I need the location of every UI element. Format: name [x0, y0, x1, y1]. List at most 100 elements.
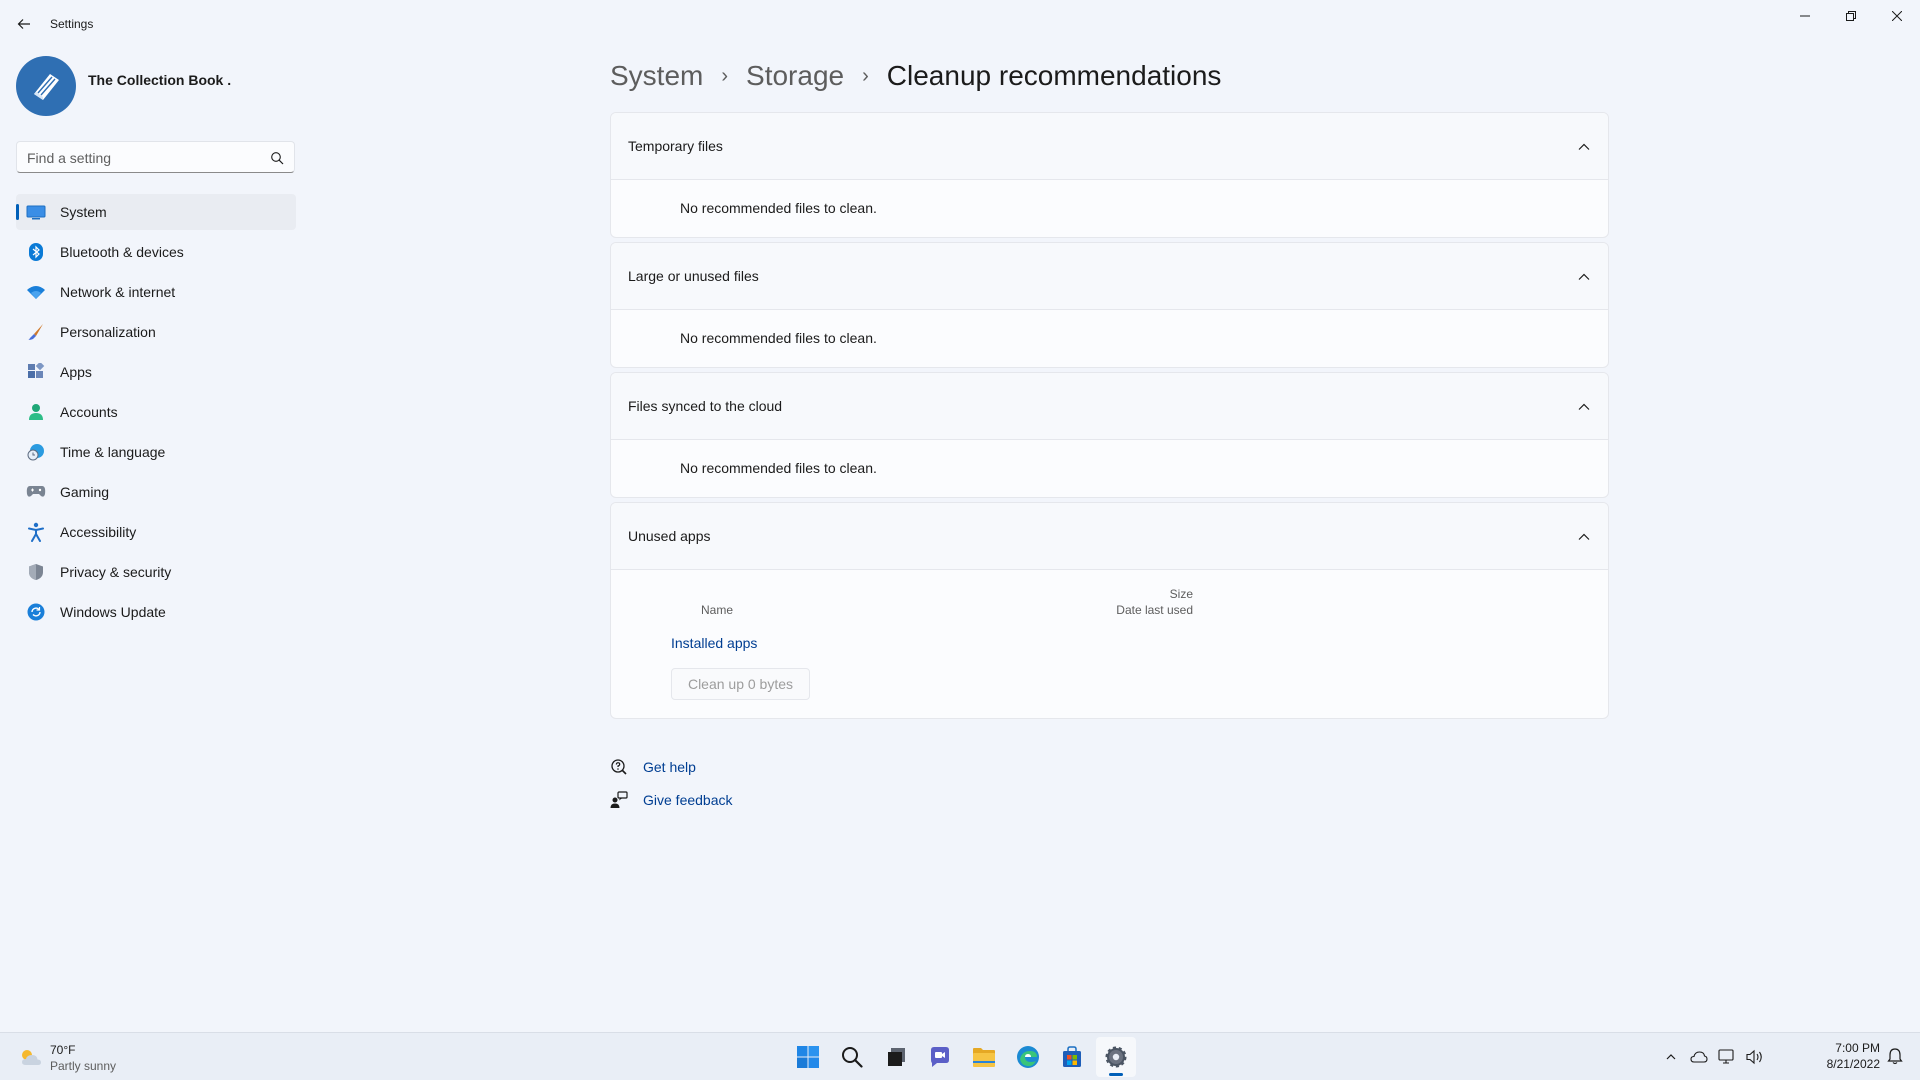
settings-taskbar-button[interactable]	[1096, 1037, 1136, 1077]
empty-message: No recommended files to clean.	[680, 330, 877, 346]
back-button[interactable]	[12, 12, 36, 36]
volume-icon[interactable]	[1744, 1046, 1766, 1068]
temporary-files-header[interactable]: Temporary files	[611, 113, 1608, 180]
breadcrumb-system[interactable]: System	[610, 60, 703, 92]
taskbar-apps	[788, 1037, 1140, 1077]
sidebar-item-label: Gaming	[60, 484, 110, 500]
cloud-files-section: Files synced to the cloud No recommended…	[610, 372, 1609, 498]
weather-widget[interactable]: 70°F Partly sunny	[18, 1040, 138, 1074]
sidebar-item-personalization[interactable]: Personalization	[16, 314, 296, 350]
chevron-right-icon: ›	[721, 64, 729, 87]
help-chat-icon	[610, 758, 628, 776]
sidebar-item-windows-update[interactable]: Windows Update	[16, 594, 296, 630]
large-unused-files-header[interactable]: Large or unused files	[611, 243, 1608, 310]
system-icon	[26, 202, 46, 222]
task-view-icon	[888, 1048, 905, 1066]
sidebar-item-label: Accessibility	[60, 524, 137, 540]
chevron-right-icon: ›	[862, 64, 869, 87]
give-feedback-label[interactable]: Give feedback	[643, 792, 733, 808]
sidebar-item-privacy-security[interactable]: Privacy & security	[16, 554, 296, 590]
file-explorer-button[interactable]	[964, 1037, 1004, 1077]
update-icon	[26, 602, 46, 622]
sidebar-item-accounts[interactable]: Accounts	[16, 394, 296, 430]
search-icon	[842, 1047, 863, 1068]
sidebar-item-label: System	[60, 204, 107, 220]
unused-apps-section: Unused apps Size Name Date last used Ins…	[610, 502, 1609, 719]
chevron-up-icon	[1578, 143, 1590, 150]
restore-button[interactable]	[1828, 0, 1874, 32]
temporary-files-body: No recommended files to clean.	[611, 180, 1608, 237]
shield-icon	[26, 562, 46, 582]
sidebar-item-label: Apps	[60, 364, 92, 380]
installed-apps-link[interactable]: Installed apps	[671, 635, 757, 651]
sidebar-item-label: Personalization	[60, 324, 156, 340]
chevron-up-icon	[1578, 533, 1590, 540]
edge-button[interactable]	[1008, 1037, 1048, 1077]
sidebar-item-label: Bluetooth & devices	[60, 244, 184, 260]
sidebar-item-bluetooth[interactable]: Bluetooth & devices	[16, 234, 296, 270]
breadcrumb: System › Storage › Cleanup recommendatio…	[610, 54, 1221, 98]
chevron-up-icon	[1578, 273, 1590, 280]
network-icon[interactable]	[1716, 1046, 1738, 1068]
get-help-link[interactable]: Get help	[610, 750, 733, 783]
page-title: Cleanup recommendations	[886, 60, 1222, 91]
section-title: Large or unused files	[628, 268, 759, 284]
task-view-button[interactable]	[876, 1037, 916, 1077]
bluetooth-icon	[26, 242, 46, 262]
get-help-label[interactable]: Get help	[643, 759, 696, 775]
sidebar-item-system[interactable]: System	[16, 194, 296, 230]
apps-icon	[26, 362, 46, 382]
give-feedback-link[interactable]: Give feedback	[610, 783, 733, 816]
sidebar-item-apps[interactable]: Apps	[16, 354, 296, 390]
search-box[interactable]	[16, 141, 295, 173]
cloud-files-header[interactable]: Files synced to the cloud	[611, 373, 1608, 440]
clock-time: 7:00 PM	[1835, 1041, 1880, 1055]
column-header-size[interactable]: Size	[1073, 587, 1193, 601]
profile-name: The Collection Book .	[88, 72, 232, 88]
column-header-date-last-used[interactable]: Date last used	[1073, 603, 1193, 617]
sidebar-item-accessibility[interactable]: Accessibility	[16, 514, 296, 550]
settings-icon	[1105, 1046, 1127, 1068]
sidebar-item-gaming[interactable]: Gaming	[16, 474, 296, 510]
main-content: Temporary files No recommended files to …	[610, 112, 1609, 723]
close-button[interactable]	[1874, 0, 1920, 32]
chevron-up-icon[interactable]	[1660, 1046, 1682, 1068]
chat-button[interactable]	[920, 1037, 960, 1077]
sidebar-item-label: Accounts	[60, 404, 118, 420]
app-title: Settings	[50, 17, 94, 31]
sidebar-item-time-language[interactable]: Time & language	[16, 434, 296, 470]
minimize-button[interactable]	[1782, 0, 1828, 32]
onedrive-cloud-icon[interactable]	[1688, 1046, 1710, 1068]
chevron-up-icon	[1578, 403, 1590, 410]
help-links: Get help Give feedback	[610, 750, 733, 816]
store-button[interactable]	[1052, 1037, 1092, 1077]
wifi-icon	[26, 282, 46, 302]
taskbar: 70°F Partly sunny 7:00 PM 8/21/2022	[0, 1032, 1920, 1080]
file-explorer-icon	[973, 1048, 995, 1067]
clock[interactable]: 7:00 PM 8/21/2022	[1810, 1041, 1880, 1071]
restore-icon	[1846, 11, 1856, 21]
sidebar-item-network[interactable]: Network & internet	[16, 274, 296, 310]
clock-date: 8/21/2022	[1826, 1057, 1880, 1071]
globe-clock-icon	[26, 442, 46, 462]
breadcrumb-storage[interactable]: Storage	[746, 60, 844, 92]
section-title: Temporary files	[628, 138, 723, 154]
taskbar-search-button[interactable]	[832, 1037, 872, 1077]
account-icon	[26, 402, 46, 422]
notification-bell-icon[interactable]	[1886, 1047, 1904, 1065]
store-icon	[1063, 1046, 1081, 1067]
accessibility-icon	[26, 522, 46, 542]
back-arrow-icon	[17, 19, 30, 29]
unused-apps-header[interactable]: Unused apps	[611, 503, 1608, 570]
column-header-name[interactable]: Name	[701, 603, 733, 617]
clean-up-button[interactable]: Clean up 0 bytes	[671, 668, 810, 700]
search-icon[interactable]	[270, 151, 284, 165]
partly-sunny-icon	[22, 1050, 41, 1065]
start-icon	[797, 1046, 819, 1068]
chat-icon	[931, 1047, 949, 1067]
avatar[interactable]	[16, 56, 76, 116]
start-button[interactable]	[788, 1037, 828, 1077]
empty-message: No recommended files to clean.	[680, 460, 877, 476]
temporary-files-section: Temporary files No recommended files to …	[610, 112, 1609, 238]
search-input[interactable]	[27, 148, 257, 168]
